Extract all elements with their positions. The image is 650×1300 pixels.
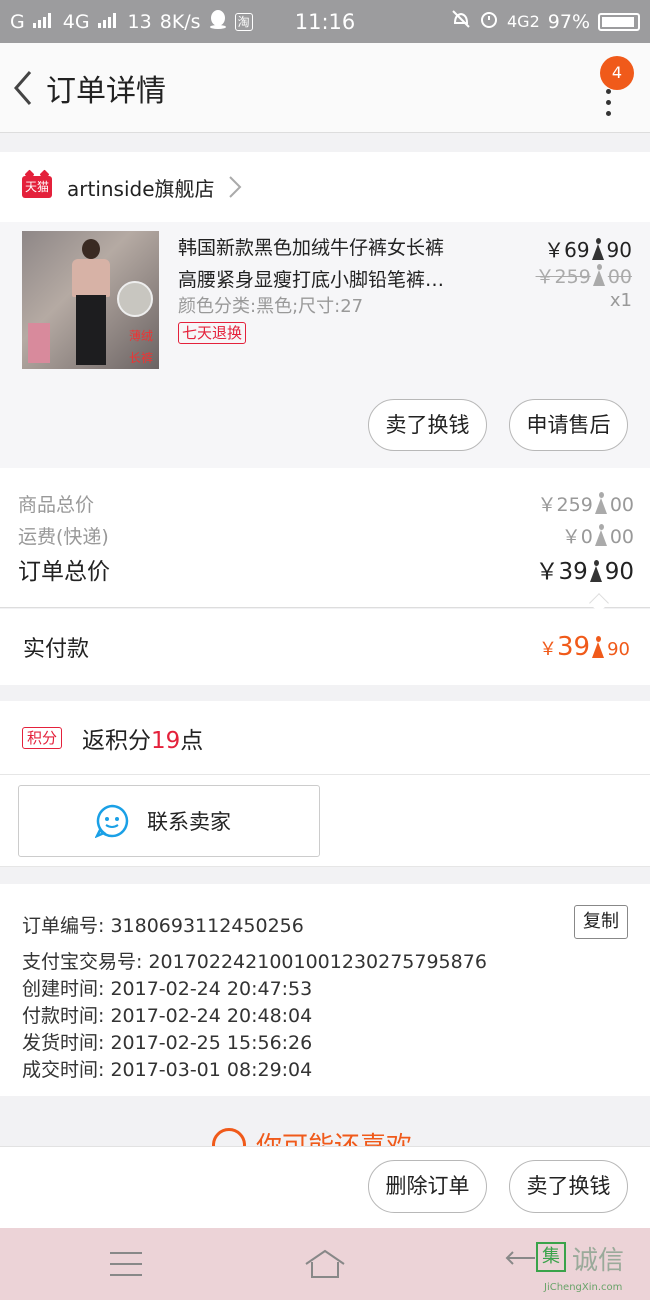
actual-payment-row: 实付款 ￥39 90 [0,609,650,685]
watermark-logo: 集 [536,1242,566,1272]
goods-total-value: ￥259 00 [537,492,634,516]
speed-label: 8K/s [159,10,201,33]
product-quantity: x1 [609,290,632,311]
paid-time: 付款时间: 2017-02-24 20:48:04 [22,1005,313,1027]
sell-button-bottom[interactable]: 卖了换钱 [509,1160,628,1213]
product-image[interactable]: 薄绒 长裤 [22,231,159,369]
product-price: ￥69 90 [544,238,632,262]
more-button[interactable]: 4 [588,56,634,123]
contact-seller-button[interactable]: 联系卖家 [18,785,320,857]
actual-payment-label: 实付款 [23,637,90,662]
product-spec: 颜色分类:黑色;尺寸:27 [178,296,364,317]
watermark: 集 诚信 JiChengXin.com [536,1238,650,1300]
product-card[interactable]: 薄绒 长裤 韩国新款黑色加绒牛仔裤女长裤 高腰紧身显瘦打底小脚铅笔裤… 颜色分类… [0,222,650,468]
mute-icon [451,9,471,34]
battery-icon [598,12,640,31]
contact-seller-label: 联系卖家 [147,810,231,834]
completed-time: 成交时间: 2017-03-01 08:29:04 [22,1059,313,1081]
points-row: 积分 返积分19点 [0,701,650,775]
product-title-line-1: 韩国新款黑色加绒牛仔裤女长裤 [178,237,445,259]
shipped-time: 发货时间: 2017-02-25 15:56:26 [22,1032,313,1054]
actual-payment-value: ￥39 90 [539,632,630,662]
goods-total-row: 商品总价 ￥259 00 [18,490,634,517]
taobao-icon: 淘 [234,12,253,31]
more-badge: 4 [600,56,634,90]
top-nav: 订单详情 4 [0,43,650,133]
bottom-action-bar: 删除订单 卖了换钱 [0,1146,650,1228]
copy-button[interactable]: 复制 [574,905,628,939]
product-image-stamp: 薄绒 长裤 [128,329,153,365]
order-total-value: ￥39 90 [535,559,634,585]
alipay-trade-number: 支付宝交易号: 2017022421001001230275795876 [22,951,487,973]
goods-total-label: 商品总价 [18,494,95,516]
price-summary: 商品总价 ￥259 00 运费(快递) ￥0 00 订单总价 ￥39 90 [0,468,650,613]
recommend-title: 你可能还喜欢 [256,1126,412,1146]
status-bar: G 4G 13 8K/s 淘 11:16 4G2 97% [0,0,650,43]
heart-icon [212,1127,246,1146]
qq-icon [209,9,227,34]
order-total-row: 订单总价 ￥39 90 [18,552,634,586]
wangwang-icon [95,804,129,838]
tmall-icon: 天猫 [22,176,52,198]
product-image-model [70,239,110,365]
watermark-name: 诚信 [572,1246,625,1276]
shipping-value: ￥0 00 [561,524,634,548]
menu-icon[interactable] [110,1252,142,1276]
page-title: 订单详情 [46,73,166,109]
recommend-header: 你可能还喜欢 [0,1098,650,1146]
shipping-row: 运费(快递) ￥0 00 [18,522,634,549]
created-time: 创建时间: 2017-02-24 20:47:53 [22,978,313,1000]
back-arrow-icon[interactable] [0,43,44,133]
order-total-label: 订单总价 [18,559,110,585]
points-text: 返积分19点 [82,727,204,754]
network-label: 4G [62,10,90,33]
product-image-pot [28,323,50,363]
alarm-icon [479,9,499,34]
sell-button[interactable]: 卖了换钱 [368,399,487,451]
product-original-price: ￥259 00 [535,264,632,288]
contact-section: 联系卖家 [0,775,650,867]
back-nav-icon[interactable] [505,1250,539,1276]
points-badge: 积分 [22,726,63,749]
notification-count: 13 [127,10,152,33]
chevron-right-icon [225,172,245,202]
battery-percent: 97% [547,10,590,33]
shop-row[interactable]: 天猫 artinside旗舰店 [0,152,650,222]
more-dots-icon [606,89,611,122]
watermark-url: JiChengXin.com [544,1282,623,1293]
system-nav-bar: 集 诚信 JiChengXin.com [0,1228,650,1300]
home-icon[interactable] [304,1248,346,1280]
return-policy-badge: 七天退换 [178,322,247,344]
product-image-swatch [117,281,153,317]
order-info: 订单编号: 3180693112450256 复制 支付宝交易号: 201702… [0,884,650,1096]
delete-order-button[interactable]: 删除订单 [368,1160,487,1213]
network-4g2: 4G2 [507,12,540,31]
product-title: 韩国新款黑色加绒牛仔裤女长裤 高腰紧身显瘦打底小脚铅笔裤… [178,232,483,296]
order-number: 订单编号: 3180693112450256 [22,915,304,937]
signal-label: G [10,10,25,33]
shipping-label: 运费(快递) [18,526,109,548]
signal-icon-2 [97,11,120,33]
after-sale-button[interactable]: 申请售后 [509,399,628,451]
signal-icon [32,11,55,33]
shop-name: artinside旗舰店 [67,176,215,201]
